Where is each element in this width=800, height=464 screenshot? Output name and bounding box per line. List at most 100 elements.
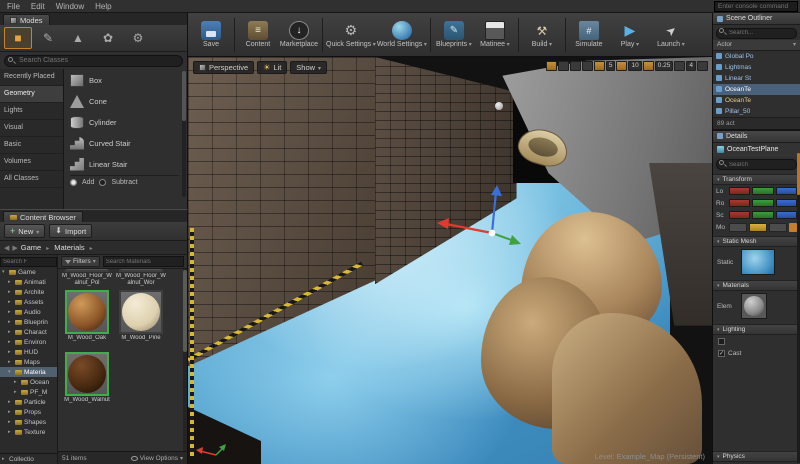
launch-button[interactable]: Launch	[651, 15, 691, 55]
marketplace-button[interactable]: Marketplace	[279, 15, 319, 55]
placeable-linear-stair[interactable]: Linear Stair	[70, 154, 179, 175]
show-button[interactable]: Show	[290, 61, 328, 74]
scene-outliner-header[interactable]: Scene Outliner	[713, 13, 800, 25]
expander-icon[interactable]	[8, 299, 13, 305]
place-mode-icon[interactable]: ■	[4, 27, 32, 49]
mobility-movable-button[interactable]	[769, 222, 787, 232]
expander-icon[interactable]	[8, 309, 13, 315]
angle-snap-value[interactable]: 10	[628, 61, 642, 71]
world-space-icon[interactable]	[581, 61, 593, 71]
matinee-button[interactable]: Matinee	[475, 15, 515, 55]
category-volumes[interactable]: Volumes	[0, 154, 63, 171]
expander-icon[interactable]	[8, 349, 13, 355]
asset-tile[interactable]: M_Wood_Oak	[61, 290, 113, 350]
checkbox[interactable]	[718, 337, 725, 345]
save-button[interactable]: Save	[191, 15, 231, 55]
folder-row[interactable]: Shapes	[0, 417, 57, 427]
content-button[interactable]: Content	[238, 15, 278, 55]
folder-row[interactable]: Environ	[0, 337, 57, 347]
translate-gizmo[interactable]	[434, 183, 526, 255]
world-settings-button[interactable]: World Settings	[377, 15, 427, 55]
physics-section-header[interactable]: Physics	[713, 451, 800, 462]
folder-row[interactable]: Props	[0, 407, 57, 417]
console-command-input[interactable]	[714, 1, 798, 12]
location-x-field[interactable]	[729, 187, 751, 195]
category-visual[interactable]: Visual	[0, 120, 63, 137]
expander-icon[interactable]	[8, 369, 13, 375]
camera-speed-value[interactable]: 4	[686, 61, 696, 71]
rotation-y-field[interactable]	[752, 199, 774, 207]
geometry-mode-icon[interactable]: ⚙	[124, 27, 152, 49]
lighting-section-header[interactable]: Lighting	[713, 324, 800, 335]
rotation-z-field[interactable]	[775, 199, 797, 207]
forward-button[interactable]	[12, 244, 17, 252]
scale-z-field[interactable]	[775, 211, 797, 219]
expander-icon[interactable]	[8, 339, 13, 345]
paint-mode-icon[interactable]: ✎	[34, 27, 62, 49]
folder-row[interactable]: Texture	[0, 427, 57, 437]
folder-row[interactable]: Blueprin	[0, 317, 57, 327]
transform-section-header[interactable]: Transform	[713, 174, 800, 185]
outliner-search-input[interactable]	[716, 27, 797, 39]
checkbox-checked[interactable]	[718, 349, 725, 357]
quick-settings-button[interactable]: Quick Settings	[326, 15, 376, 55]
materials-section-header[interactable]: Materials	[713, 280, 800, 291]
details-header[interactable]: Details	[713, 130, 800, 143]
menu-help[interactable]: Help	[95, 2, 111, 11]
category-lights[interactable]: Lights	[0, 103, 63, 120]
placeable-box[interactable]: Box	[70, 70, 179, 91]
breadcrumb-materials[interactable]: Materials	[54, 243, 84, 252]
modes-tab[interactable]: Modes	[3, 14, 50, 25]
scale-tool-icon[interactable]	[569, 61, 581, 71]
scale-y-field[interactable]	[752, 211, 774, 219]
perspective-button[interactable]: Perspective	[193, 61, 255, 74]
add-radio[interactable]	[70, 179, 77, 186]
rotate-tool-icon[interactable]	[557, 61, 569, 71]
category-basic[interactable]: Basic	[0, 137, 63, 154]
expander-icon[interactable]	[8, 429, 13, 435]
asset-tile[interactable]: M_Wood_Walnut	[61, 352, 113, 412]
expander-icon[interactable]	[8, 409, 13, 415]
grid-snap-icon[interactable]	[593, 61, 605, 71]
expander-icon[interactable]	[14, 379, 19, 385]
expander-icon[interactable]	[8, 319, 13, 325]
expander-icon[interactable]	[8, 289, 13, 295]
folder-search-input[interactable]	[0, 257, 57, 267]
build-button[interactable]: Build	[522, 15, 562, 55]
rotation-x-field[interactable]	[729, 199, 751, 207]
angle-snap-icon[interactable]	[616, 61, 628, 71]
import-button[interactable]: ⬇ Import	[49, 224, 93, 238]
location-z-field[interactable]	[775, 187, 797, 195]
new-button[interactable]: + New	[4, 224, 46, 238]
mobility-stationary-button[interactable]	[749, 222, 767, 232]
selected-object-row[interactable]: OceanTestPlane	[713, 142, 800, 157]
foliage-mode-icon[interactable]: ✿	[94, 27, 122, 49]
expander-icon[interactable]	[8, 419, 13, 425]
folder-row[interactable]: Maps	[0, 357, 57, 367]
location-y-field[interactable]	[752, 187, 774, 195]
asset-search-input[interactable]	[102, 256, 184, 267]
folder-row[interactable]: Audio	[0, 307, 57, 317]
folder-row[interactable]: Particle	[0, 397, 57, 407]
outliner-row[interactable]: Global Po	[713, 51, 800, 62]
simulate-button[interactable]: Simulate	[569, 15, 609, 55]
expander-icon[interactable]	[8, 359, 13, 365]
folder-row[interactable]: PF_M	[0, 387, 57, 397]
placeable-cone[interactable]: Cone	[70, 91, 179, 112]
play-button[interactable]: Play	[610, 15, 650, 55]
placeable-curved-stair[interactable]: Curved Stair	[70, 133, 179, 154]
menu-window[interactable]: Window	[56, 2, 84, 11]
expander-icon[interactable]	[8, 399, 13, 405]
expander-icon[interactable]	[14, 389, 19, 395]
filters-button[interactable]: Filters	[61, 256, 100, 267]
asset-tile[interactable]: M_Wood_Pine	[115, 290, 167, 350]
menu-edit[interactable]: Edit	[31, 2, 45, 11]
view-options-button[interactable]: View Options	[130, 455, 183, 462]
lit-mode-button[interactable]: Lit	[257, 61, 288, 74]
folder-row[interactable]: HUD	[0, 347, 57, 357]
menu-file[interactable]: File	[7, 2, 20, 11]
asset-tile[interactable]: M_Wood_Floor_Walnut_Wor	[115, 269, 167, 288]
mobility-static-button[interactable]	[729, 222, 747, 232]
expander-icon[interactable]	[8, 329, 13, 335]
category-all-classes[interactable]: All Classes	[0, 171, 63, 188]
